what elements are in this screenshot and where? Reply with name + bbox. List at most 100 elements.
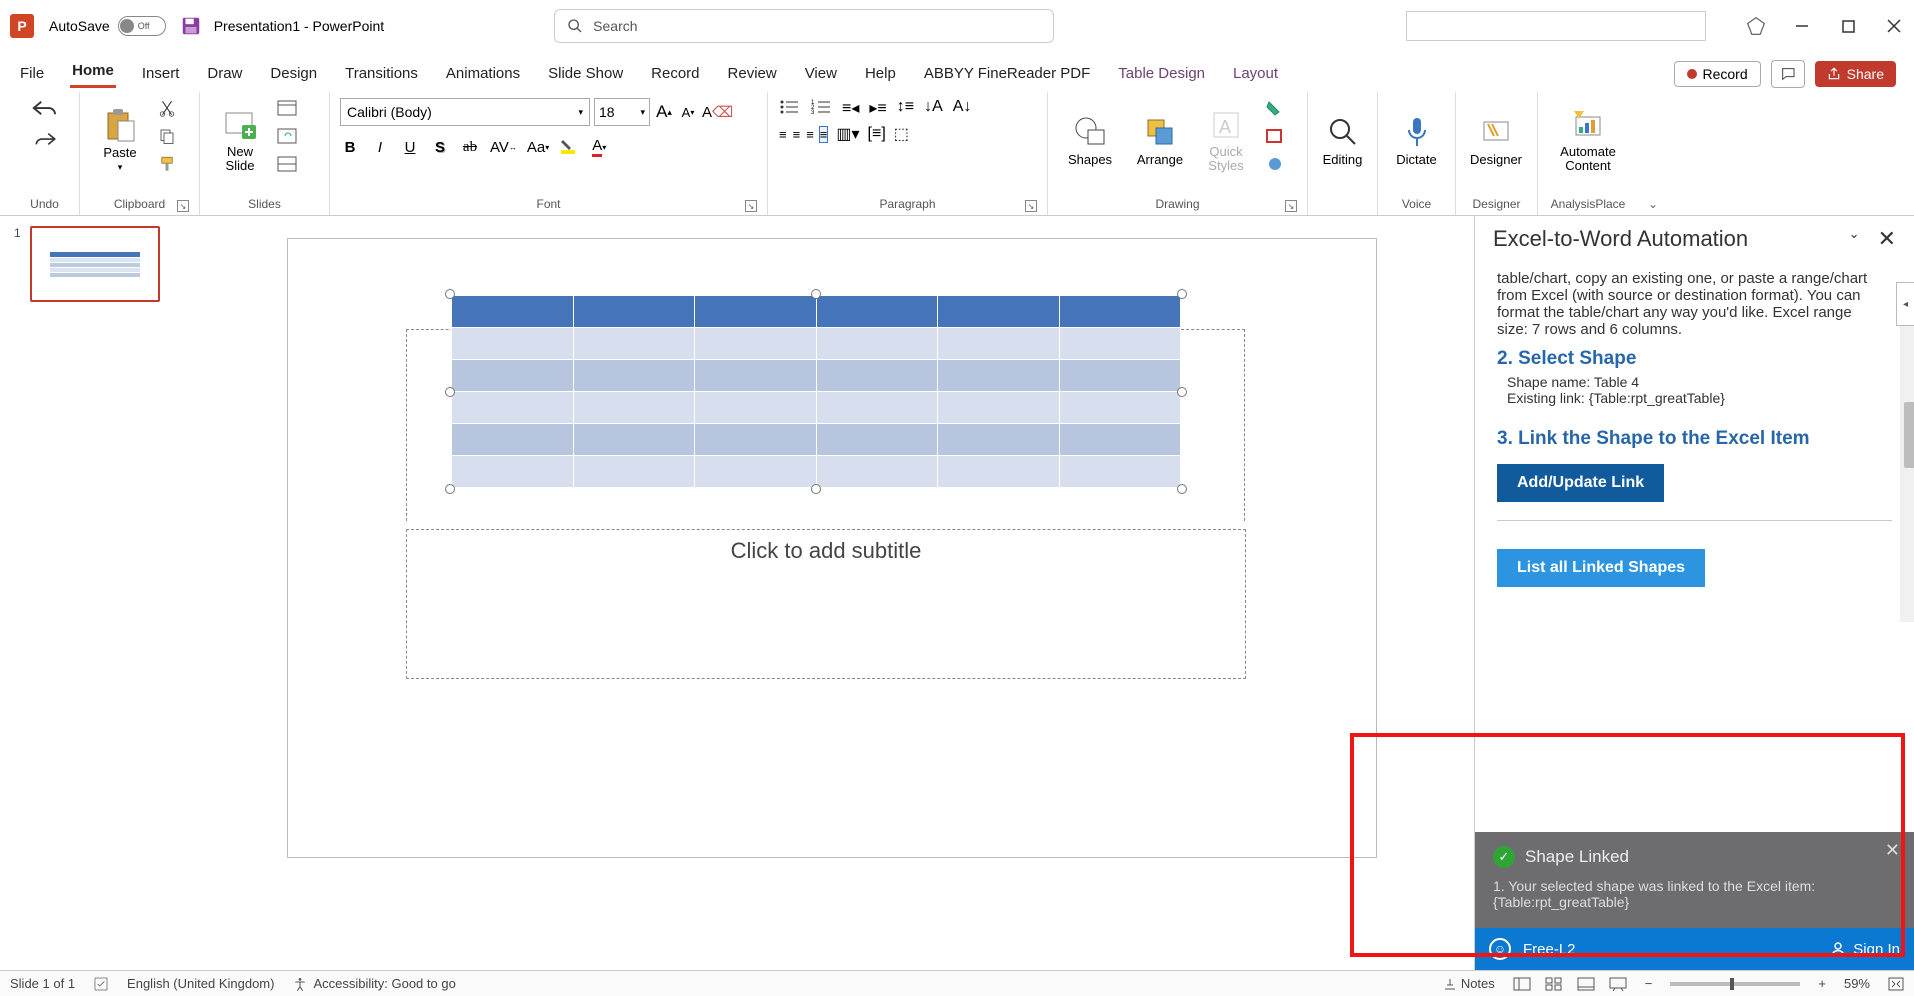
slide-canvas[interactable]: Click to add subtitle <box>287 238 1377 858</box>
pane-menu-button[interactable]: ⌄ <box>1849 226 1860 252</box>
redo-button[interactable] <box>32 130 58 148</box>
font-color-button[interactable]: A▾ <box>589 136 609 158</box>
sort-button[interactable]: A↓ <box>953 98 972 118</box>
align-right-button[interactable]: ≡ <box>805 126 815 143</box>
pane-close-button[interactable]: ✕ <box>1878 226 1896 252</box>
dictate-button[interactable]: Dictate <box>1388 98 1445 182</box>
shapes-button[interactable]: Shapes <box>1058 98 1122 182</box>
sorter-view-button[interactable] <box>1545 977 1563 991</box>
zoom-slider[interactable] <box>1670 982 1800 986</box>
clipboard-dialog-launcher[interactable]: ↘ <box>177 200 189 212</box>
close-button[interactable] <box>1884 16 1904 36</box>
slide-counter[interactable]: Slide 1 of 1 <box>10 976 75 991</box>
bold-button[interactable]: B <box>340 136 360 158</box>
search-input[interactable]: Search <box>554 9 1054 43</box>
toast-close-button[interactable]: ✕ <box>1885 840 1900 861</box>
shape-effects-button[interactable] <box>1264 154 1286 174</box>
diamond-icon[interactable] <box>1746 16 1766 36</box>
feedback-icon[interactable]: ☺ <box>1489 938 1511 960</box>
resize-handle[interactable] <box>811 484 821 494</box>
tab-slideshow[interactable]: Slide Show <box>546 59 625 88</box>
shadow-button[interactable]: S <box>430 136 450 158</box>
bullets-button[interactable] <box>778 98 800 118</box>
account-area[interactable] <box>1406 11 1706 41</box>
copy-button[interactable] <box>156 126 178 146</box>
collapse-ribbon-button[interactable]: ⌄ <box>1638 193 1668 215</box>
shape-outline-button[interactable] <box>1264 126 1286 146</box>
tab-view[interactable]: View <box>803 59 839 88</box>
share-button[interactable]: Share <box>1815 61 1896 87</box>
italic-button[interactable]: I <box>370 136 390 158</box>
autosave-toggle[interactable]: Off <box>118 16 166 36</box>
tab-transitions[interactable]: Transitions <box>343 59 420 88</box>
align-justify-button[interactable]: ≡ <box>819 126 829 143</box>
columns-button[interactable]: ▥▾ <box>836 124 859 144</box>
zoom-out-button[interactable]: − <box>1645 976 1653 991</box>
font-name-select[interactable]: Calibri (Body)▾ <box>340 98 590 126</box>
clear-format-button[interactable]: A⌫ <box>702 101 733 123</box>
numbering-button[interactable]: 123 <box>810 98 832 118</box>
font-dialog-launcher[interactable]: ↘ <box>745 200 757 212</box>
reading-view-button[interactable] <box>1577 977 1595 991</box>
list-linked-shapes-button[interactable]: List all Linked Shapes <box>1497 549 1705 587</box>
section-button[interactable] <box>276 154 298 174</box>
table-shape[interactable] <box>451 295 1181 488</box>
cut-button[interactable] <box>156 98 178 118</box>
tab-record[interactable]: Record <box>649 59 701 88</box>
designer-button[interactable]: Designer <box>1466 98 1526 182</box>
pane-scrollbar-thumb[interactable] <box>1904 402 1914 468</box>
tab-design[interactable]: Design <box>268 59 319 88</box>
line-spacing-button[interactable]: ↕≡ <box>897 98 914 118</box>
resize-handle[interactable] <box>1177 387 1187 397</box>
indent-inc-button[interactable]: ▸≡ <box>869 98 886 118</box>
drawing-dialog-launcher[interactable]: ↘ <box>1285 200 1297 212</box>
underline-button[interactable]: U <box>400 136 420 158</box>
accessibility-label[interactable]: Accessibility: Good to go <box>292 976 455 992</box>
text-direction-button[interactable]: ↓A <box>924 98 943 118</box>
minimize-button[interactable] <box>1792 16 1812 36</box>
tab-draw[interactable]: Draw <box>205 59 244 88</box>
resize-handle[interactable] <box>445 289 455 299</box>
tab-layout[interactable]: Layout <box>1231 59 1280 88</box>
highlight-button[interactable] <box>559 136 579 158</box>
strikethrough-button[interactable]: ab <box>460 136 480 158</box>
save-icon[interactable] <box>180 15 202 37</box>
change-case-button[interactable]: Aa▾ <box>527 136 549 158</box>
paragraph-dialog-launcher[interactable]: ↘ <box>1025 200 1037 212</box>
undo-button[interactable] <box>30 98 60 118</box>
spellcheck-icon[interactable] <box>93 976 109 992</box>
zoom-in-button[interactable]: + <box>1818 976 1826 991</box>
align-left-button[interactable]: ≡ <box>778 126 788 143</box>
resize-handle[interactable] <box>1177 484 1187 494</box>
align-text-button[interactable]: [≡] <box>868 125 886 143</box>
resize-handle[interactable] <box>811 289 821 299</box>
format-painter-button[interactable] <box>156 154 178 174</box>
tab-review[interactable]: Review <box>726 59 779 88</box>
reset-button[interactable] <box>276 126 298 146</box>
new-slide-button[interactable]: New Slide <box>210 98 270 182</box>
char-spacing-button[interactable]: AV↔ <box>490 136 517 158</box>
add-update-link-button[interactable]: Add/Update Link <box>1497 464 1664 502</box>
zoom-level[interactable]: 59% <box>1844 976 1870 991</box>
maximize-button[interactable] <box>1838 16 1858 36</box>
slide-thumbnail[interactable] <box>30 226 160 302</box>
tab-insert[interactable]: Insert <box>140 59 182 88</box>
fit-to-window-button[interactable] <box>1888 977 1904 991</box>
increase-font-button[interactable]: A▴ <box>654 101 674 123</box>
subtitle-placeholder[interactable]: Click to add subtitle <box>406 529 1246 679</box>
pane-flyout-tab[interactable]: ◂ <box>1896 282 1914 326</box>
indent-dec-button[interactable]: ≡◂ <box>842 98 859 118</box>
tab-home[interactable]: Home <box>70 56 116 88</box>
tab-help[interactable]: Help <box>863 59 898 88</box>
decrease-font-button[interactable]: A▾ <box>678 101 698 123</box>
automate-content-button[interactable]: Automate Content <box>1548 98 1628 182</box>
record-button[interactable]: Record <box>1674 61 1761 87</box>
tab-table-design[interactable]: Table Design <box>1116 59 1207 88</box>
language-label[interactable]: English (United Kingdom) <box>127 976 274 991</box>
arrange-button[interactable]: Arrange <box>1128 98 1192 182</box>
pane-scrollbar-track[interactable] <box>1900 322 1914 622</box>
tab-abbyy[interactable]: ABBYY FineReader PDF <box>922 59 1092 88</box>
tab-animations[interactable]: Animations <box>444 59 522 88</box>
resize-handle[interactable] <box>445 387 455 397</box>
sign-in-button[interactable]: Sign In <box>1829 940 1900 958</box>
